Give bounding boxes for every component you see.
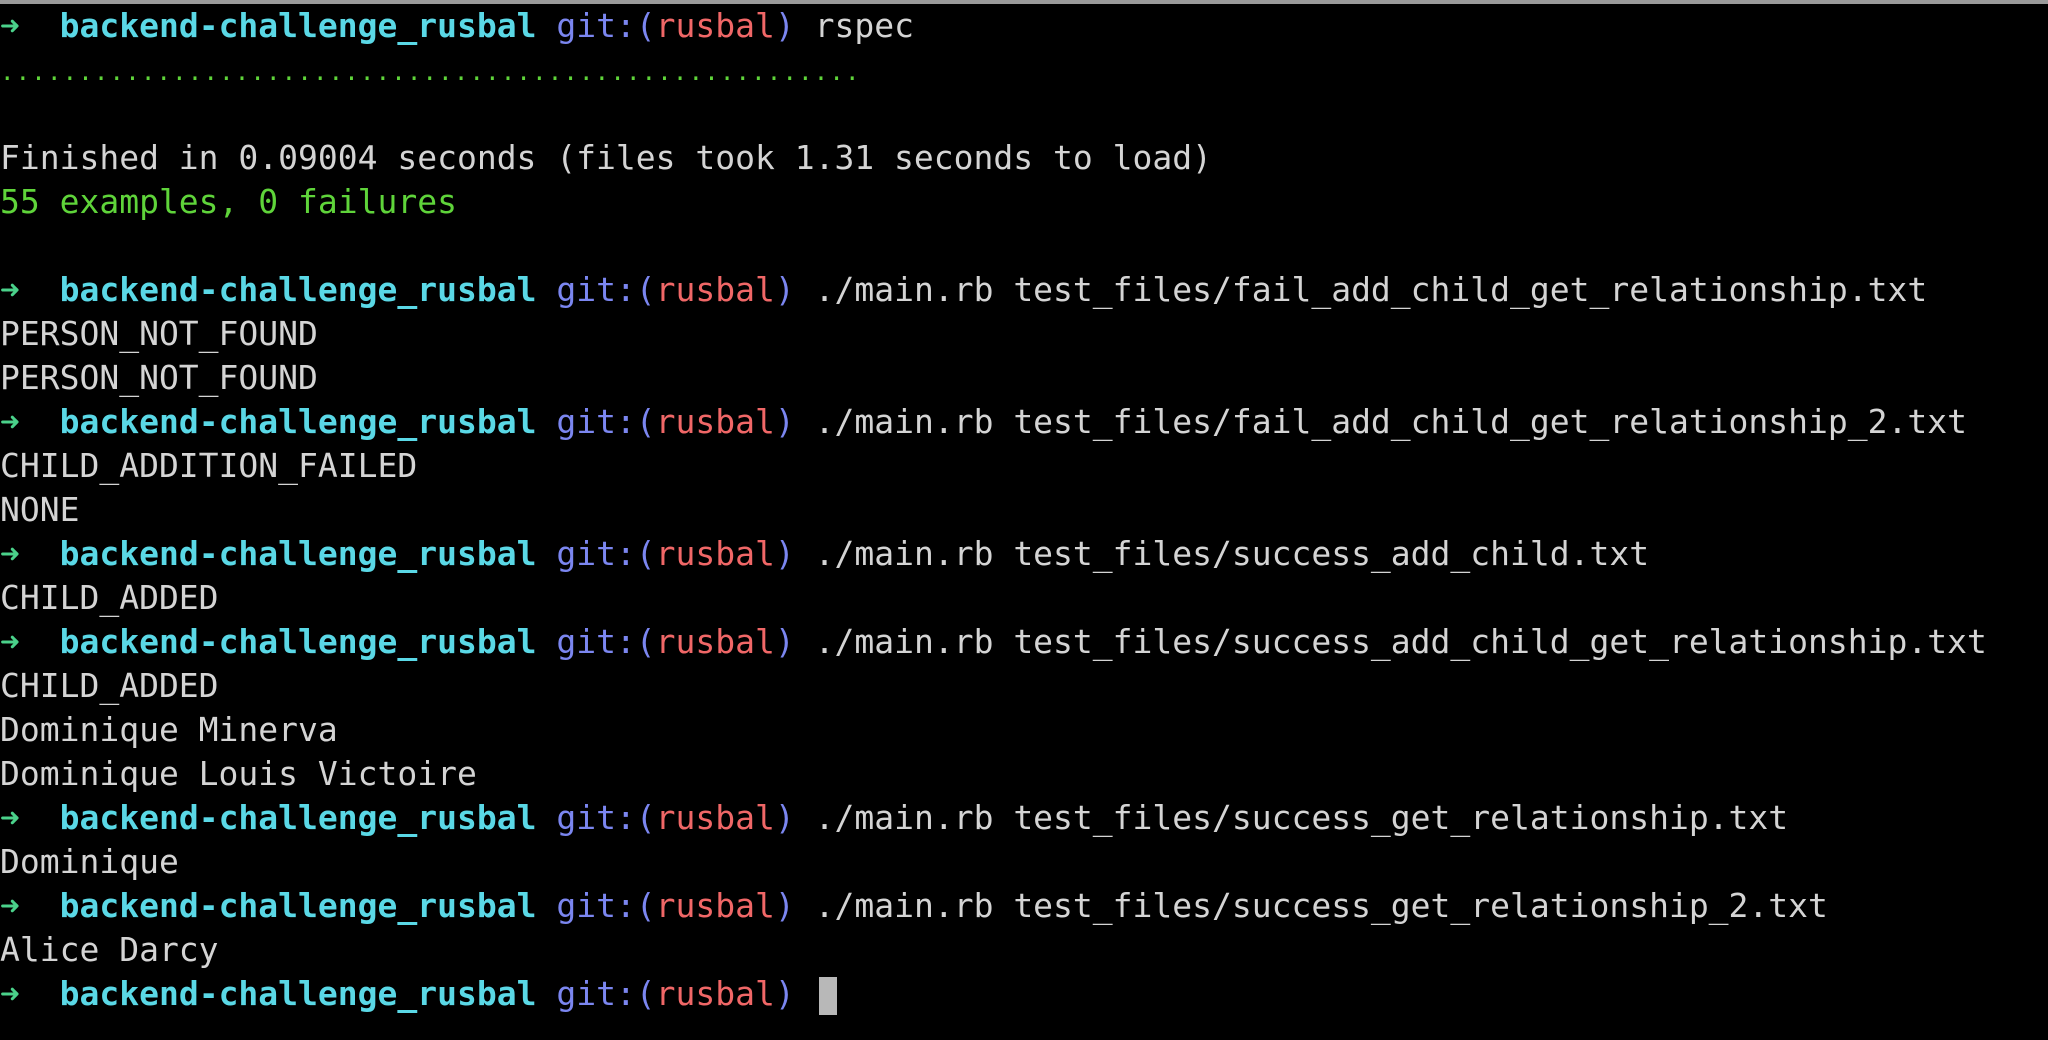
prompt-line-rspec: ➜ backend-challenge_rusbal git:(rusbal) … xyxy=(0,4,2048,48)
prompt-branch: rusbal xyxy=(655,798,775,837)
prompt-line: ➜ backend-challenge_rusbal git:(rusbal) … xyxy=(0,268,2048,312)
prompt-arrow-icon: ➜ xyxy=(0,974,20,1013)
prompt-directory: backend-challenge_rusbal xyxy=(59,6,537,45)
prompt-git-close: ) xyxy=(774,622,795,661)
command-text: ./main.rb test_files/success_add_child_g… xyxy=(814,622,1987,661)
output-line: NONE xyxy=(0,490,80,529)
command-text: ./main.rb test_files/success_get_relatio… xyxy=(814,798,1789,837)
prompt-arrow-icon: ➜ xyxy=(0,270,20,309)
prompt-git-close: ) xyxy=(774,402,795,441)
output-line: Dominique Minerva xyxy=(0,710,338,749)
prompt-arrow-icon: ➜ xyxy=(0,402,20,441)
prompt-branch: rusbal xyxy=(655,534,775,573)
prompt-branch: rusbal xyxy=(655,402,775,441)
prompt-arrow-icon: ➜ xyxy=(0,798,20,837)
output-line: CHILD_ADDED xyxy=(0,578,219,617)
prompt-git-close: ) xyxy=(774,6,795,45)
text-cursor[interactable] xyxy=(818,976,837,1015)
command-text: ./main.rb test_files/fail_add_child_get_… xyxy=(814,402,1967,441)
prompt-line: ➜ backend-challenge_rusbal git:(rusbal) … xyxy=(0,796,2048,840)
prompt-branch: rusbal xyxy=(655,622,775,661)
prompt-line: ➜ backend-challenge_rusbal git:(rusbal) … xyxy=(0,532,2048,576)
prompt-branch: rusbal xyxy=(655,270,775,309)
prompt-git-open: git:( xyxy=(556,886,656,925)
terminal-window[interactable]: ➜ backend-challenge_rusbal git:(rusbal) … xyxy=(0,4,2048,1040)
output-line: CHILD_ADDED xyxy=(0,666,219,705)
prompt-arrow-icon: ➜ xyxy=(0,886,20,925)
prompt-directory: backend-challenge_rusbal xyxy=(59,534,537,573)
prompt-git-close: ) xyxy=(774,534,795,573)
prompt-branch: rusbal xyxy=(655,974,775,1013)
command-text: ./main.rb test_files/success_get_relatio… xyxy=(814,886,1828,925)
prompt-git-close: ) xyxy=(774,270,795,309)
prompt-directory: backend-challenge_rusbal xyxy=(59,974,537,1013)
prompt-line: ➜ backend-challenge_rusbal git:(rusbal) … xyxy=(0,884,2048,928)
output-line: PERSON_NOT_FOUND xyxy=(0,358,318,397)
prompt-directory: backend-challenge_rusbal xyxy=(59,798,537,837)
prompt-arrow-icon: ➜ xyxy=(0,6,20,45)
prompt-directory: backend-challenge_rusbal xyxy=(59,886,537,925)
active-prompt-line[interactable]: ➜ backend-challenge_rusbal git:(rusbal) xyxy=(0,972,2048,1016)
prompt-git-open: git:( xyxy=(556,798,656,837)
prompt-git-open: git:( xyxy=(556,974,656,1013)
command-text: ./main.rb test_files/success_add_child.t… xyxy=(814,534,1650,573)
prompt-arrow-icon: ➜ xyxy=(0,622,20,661)
prompt-git-close: ) xyxy=(774,886,795,925)
prompt-branch: rusbal xyxy=(655,886,775,925)
prompt-branch: rusbal xyxy=(655,6,775,45)
rspec-summary-line: 55 examples, 0 failures xyxy=(0,182,457,221)
rspec-finished-line: Finished in 0.09004 seconds (files took … xyxy=(0,138,1212,177)
prompt-line: ➜ backend-challenge_rusbal git:(rusbal) … xyxy=(0,400,2048,444)
prompt-git-close: ) xyxy=(774,798,795,837)
prompt-git-open: git:( xyxy=(556,402,656,441)
command-text: ./main.rb test_files/fail_add_child_get_… xyxy=(814,270,1928,309)
output-line: CHILD_ADDITION_FAILED xyxy=(0,446,418,485)
output-line: Dominique Louis Victoire xyxy=(0,754,477,793)
prompt-directory: backend-challenge_rusbal xyxy=(59,270,537,309)
prompt-git-open: git:( xyxy=(556,6,656,45)
prompt-directory: backend-challenge_rusbal xyxy=(59,622,537,661)
prompt-git-open: git:( xyxy=(556,534,656,573)
rspec-dots-text: ........................................… xyxy=(0,58,861,86)
prompt-git-close: ) xyxy=(774,974,795,1013)
output-line: Dominique xyxy=(0,842,179,881)
command-text: rspec xyxy=(814,6,914,45)
prompt-arrow-icon: ➜ xyxy=(0,534,20,573)
prompt-git-open: git:( xyxy=(556,622,656,661)
prompt-directory: backend-challenge_rusbal xyxy=(59,402,537,441)
output-line: Alice Darcy xyxy=(0,930,219,969)
prompt-git-open: git:( xyxy=(556,270,656,309)
output-line: PERSON_NOT_FOUND xyxy=(0,314,318,353)
rspec-progress-dots: ........................................… xyxy=(0,48,2048,92)
prompt-line: ➜ backend-challenge_rusbal git:(rusbal) … xyxy=(0,620,2048,664)
